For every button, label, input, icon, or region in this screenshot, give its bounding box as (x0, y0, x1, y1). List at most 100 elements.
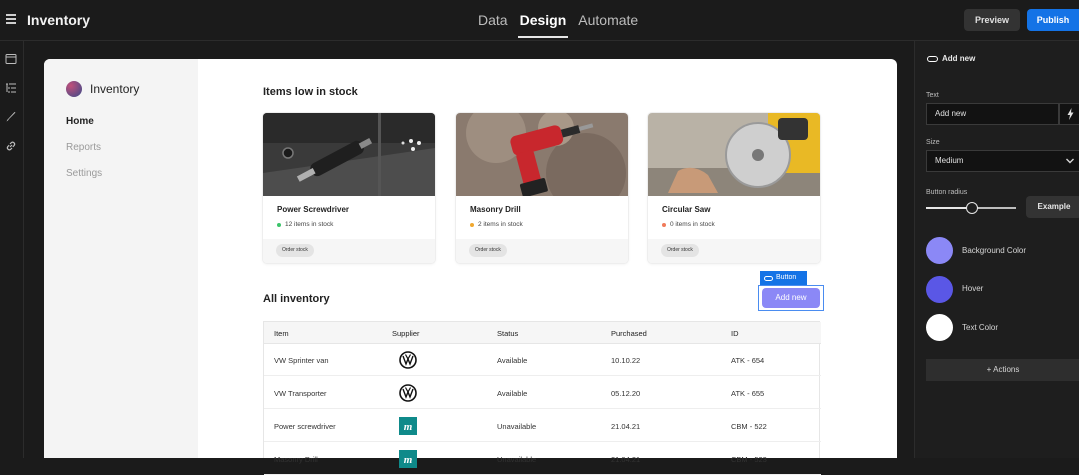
radius-label: Button radius (926, 189, 968, 196)
brush-icon[interactable] (5, 111, 17, 123)
column-header-id[interactable]: ID (731, 329, 739, 338)
svg-text:m: m (404, 454, 413, 466)
order-stock-button[interactable]: Order stock (469, 244, 507, 257)
background-color-swatch[interactable] (926, 237, 953, 264)
vw-logo-icon (399, 351, 417, 369)
status-dot (277, 222, 281, 227)
column-header-status[interactable]: Status (497, 329, 518, 338)
all-inventory-title: All inventory (263, 293, 330, 305)
stock-card: Power Screwdriver 12 items in stock Orde… (263, 113, 435, 263)
layers-icon[interactable] (5, 82, 17, 94)
cell-status: Unavailable (497, 422, 537, 431)
example-button[interactable]: Example (1026, 196, 1079, 218)
makita-logo-icon: m (399, 450, 417, 468)
card-stock-text: 2 items in stock (478, 221, 523, 228)
cell-purchased: 10.10.22 (611, 356, 641, 365)
sidebar-item-reports[interactable]: Reports (66, 142, 101, 153)
brand-name: Inventory (90, 82, 140, 96)
tab-design[interactable]: Design (517, 12, 569, 38)
link-icon[interactable] (5, 140, 17, 152)
column-header-purchased[interactable]: Purchased (611, 329, 647, 338)
brand-logo (66, 81, 82, 97)
drill-photo (456, 113, 628, 196)
sidebar-item-home[interactable]: Home (66, 116, 94, 127)
card-title: Circular Saw (662, 205, 711, 214)
properties-title-text: Add new (942, 54, 976, 63)
cell-status: Unavailable (497, 455, 537, 464)
cell-purchased: 21.04.21 (611, 455, 641, 464)
saw-photo (648, 113, 820, 196)
bind-data-button[interactable] (1059, 103, 1079, 125)
background-color-label: Background Color (962, 246, 1027, 255)
low-stock-title: Items low in stock (263, 86, 358, 98)
cell-item: VW Transporter (274, 389, 327, 398)
page-icon[interactable] (5, 53, 17, 65)
table-row[interactable]: Masonry Drill m Unavailable 21.04.21 CBM… (264, 443, 821, 475)
column-header-supplier[interactable]: Supplier (392, 329, 420, 338)
text-color-label: Text Color (962, 323, 999, 332)
order-stock-button[interactable]: Order stock (276, 244, 314, 257)
cell-id: ATK - 654 (731, 356, 765, 365)
table-row[interactable]: Power screwdriver m Unavailable 21.04.21… (264, 410, 821, 442)
vw-logo-icon (399, 384, 417, 402)
card-stock: 2 items in stock (470, 221, 523, 228)
add-new-button[interactable]: Add new (762, 288, 820, 308)
order-stock-button[interactable]: Order stock (661, 244, 699, 257)
app-sidebar: Inventory Home Reports Settings (44, 59, 198, 458)
chevron-down-icon (1066, 158, 1074, 164)
button-type-icon (764, 275, 773, 281)
table-header: Item Supplier Status Purchased ID (264, 322, 821, 344)
add-actions-button[interactable]: + Actions (926, 359, 1079, 381)
cell-status: Available (497, 389, 528, 398)
svg-text:m: m (404, 421, 413, 433)
sidebar-item-settings[interactable]: Settings (66, 168, 102, 179)
top-bar: Inventory Data Design Automate Preview P… (0, 0, 1079, 41)
size-select[interactable]: Medium (926, 150, 1079, 172)
button-type-icon (927, 55, 938, 62)
size-label: Size (926, 139, 940, 146)
stock-card: Masonry Drill 2 items in stock Order sto… (456, 113, 628, 263)
card-title: Masonry Drill (470, 205, 521, 214)
publish-button[interactable]: Publish (1027, 9, 1079, 31)
inventory-table: Item Supplier Status Purchased ID VW Spr… (263, 321, 821, 475)
text-color-swatch[interactable] (926, 314, 953, 341)
radius-slider-thumb[interactable] (966, 202, 978, 214)
card-stock-text: 12 items in stock (285, 221, 334, 228)
cell-id: CBM - 522 (731, 422, 767, 431)
left-rail (0, 41, 24, 458)
selection-tag-label: Button (776, 274, 797, 281)
screwdriver-photo (263, 113, 435, 196)
card-stock: 0 items in stock (662, 221, 715, 228)
status-dot (662, 222, 666, 227)
hover-color-swatch[interactable] (926, 276, 953, 303)
cell-purchased: 05.12.20 (611, 389, 641, 398)
cell-purchased: 21.04.21 (611, 422, 641, 431)
properties-panel: Add new Text Add new Size Medium Button … (914, 41, 1079, 458)
card-title: Power Screwdriver (277, 205, 350, 214)
cell-status: Available (497, 356, 528, 365)
top-nav: Data Design Automate (476, 12, 640, 38)
cell-item: VW Sprinter van (274, 356, 329, 365)
app-title: Inventory (27, 12, 91, 28)
lightning-icon (1067, 108, 1074, 120)
properties-title: Add new (927, 54, 975, 63)
brand: Inventory (66, 81, 139, 97)
makita-logo-icon: m (399, 417, 417, 435)
preview-button[interactable]: Preview (964, 9, 1020, 31)
stock-card: Circular Saw 0 items in stock Order stoc… (648, 113, 820, 263)
cell-id: CBM - 523 (731, 455, 767, 464)
cell-id: ATK - 655 (731, 389, 765, 398)
table-row[interactable]: VW Transporter Available 05.12.20 ATK - … (264, 377, 821, 409)
cell-item: Masonry Drill (274, 455, 318, 464)
text-field[interactable]: Add new (926, 103, 1059, 125)
status-dot (470, 222, 474, 227)
column-header-item[interactable]: Item (274, 329, 289, 338)
tab-data[interactable]: Data (476, 12, 510, 38)
card-stock-text: 0 items in stock (670, 221, 715, 228)
table-row[interactable]: VW Sprinter van Available 10.10.22 ATK -… (264, 344, 821, 376)
tab-automate[interactable]: Automate (576, 12, 640, 38)
cell-item: Power screwdriver (274, 422, 336, 431)
radius-slider-fill (926, 207, 971, 209)
card-stock: 12 items in stock (277, 221, 333, 228)
menu-icon[interactable] (6, 14, 16, 24)
